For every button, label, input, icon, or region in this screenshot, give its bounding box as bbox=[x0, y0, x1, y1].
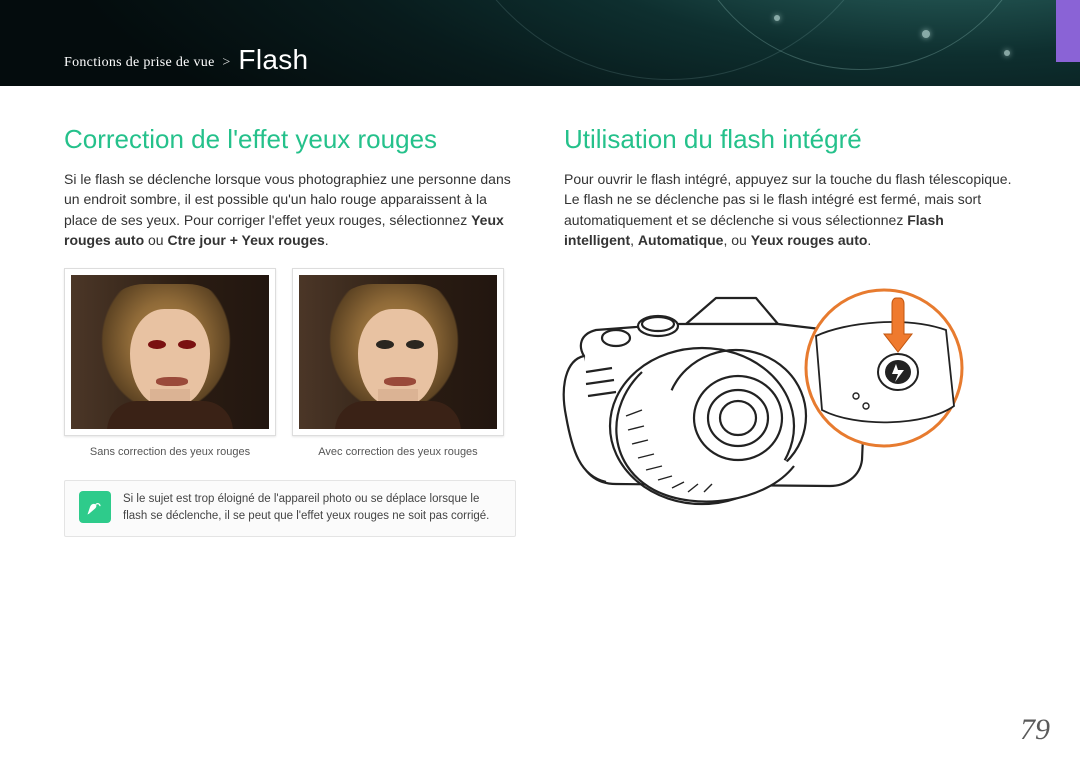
text-sep: , bbox=[630, 232, 638, 248]
text-period: . bbox=[867, 232, 871, 248]
breadcrumb-section: Flash bbox=[238, 44, 308, 75]
breadcrumb-category: Fonctions de prise de vue bbox=[64, 55, 215, 70]
redeye-text: Si le flash se déclenche lorsque vous ph… bbox=[64, 171, 511, 228]
caption-before: Sans correction des yeux rouges bbox=[64, 446, 276, 458]
page-number: 79 bbox=[1020, 713, 1050, 747]
page-root: Fonctions de prise de vue > Flash Correc… bbox=[0, 0, 1080, 765]
decorative-dot bbox=[774, 15, 780, 21]
text-or: ou bbox=[144, 232, 167, 248]
flash-button-callout bbox=[806, 290, 962, 446]
note-box: Si le sujet est trop éloigné de l'appare… bbox=[64, 480, 516, 537]
photo-frame bbox=[64, 268, 276, 436]
right-column: Utilisation du flash intégré Pour ouvrir… bbox=[564, 108, 1016, 537]
header-banner: Fonctions de prise de vue > Flash bbox=[0, 0, 1080, 86]
section-title-builtin-flash: Utilisation du flash intégré bbox=[564, 124, 1016, 155]
pen-icon bbox=[79, 491, 111, 523]
photo-frame bbox=[292, 268, 504, 436]
option-redeye-auto: Yeux rouges auto bbox=[751, 232, 868, 248]
breadcrumb: Fonctions de prise de vue > Flash bbox=[64, 44, 308, 76]
camera-svg bbox=[546, 276, 1006, 536]
text-period: . bbox=[325, 232, 329, 248]
camera-illustration bbox=[564, 276, 1016, 536]
photo-before-redeye bbox=[71, 275, 269, 429]
photo-card-before: Sans correction des yeux rouges bbox=[64, 268, 276, 458]
decorative-dot bbox=[922, 30, 930, 38]
breadcrumb-separator: > bbox=[222, 55, 230, 70]
option-auto: Automatique bbox=[638, 232, 724, 248]
flash-paragraph: Pour ouvrir le flash intégré, appuyez su… bbox=[564, 169, 1016, 250]
redeye-paragraph: Si le flash se déclenche lorsque vous ph… bbox=[64, 169, 516, 250]
flash-popup-button bbox=[878, 354, 918, 390]
photo-after-redeye bbox=[299, 275, 497, 429]
side-tab-indicator bbox=[1056, 0, 1080, 62]
section-title-redeye: Correction de l'effet yeux rouges bbox=[64, 124, 516, 155]
left-column: Correction de l'effet yeux rouges Si le … bbox=[64, 108, 516, 537]
text-sep: , ou bbox=[723, 232, 750, 248]
pen-icon-svg bbox=[85, 497, 105, 517]
caption-after: Avec correction des yeux rouges bbox=[292, 446, 504, 458]
photo-card-after: Avec correction des yeux rouges bbox=[292, 268, 504, 458]
content-area: Correction de l'effet yeux rouges Si le … bbox=[0, 108, 1080, 537]
example-photos-row: Sans correction des yeux rouges Avec cor… bbox=[64, 268, 516, 458]
option-fillin-redeye: Ctre jour + Yeux rouges bbox=[167, 232, 324, 248]
flash-text: Pour ouvrir le flash intégré, appuyez su… bbox=[564, 171, 1012, 228]
note-text: Si le sujet est trop éloigné de l'appare… bbox=[123, 491, 501, 526]
decorative-dot bbox=[1004, 50, 1010, 56]
